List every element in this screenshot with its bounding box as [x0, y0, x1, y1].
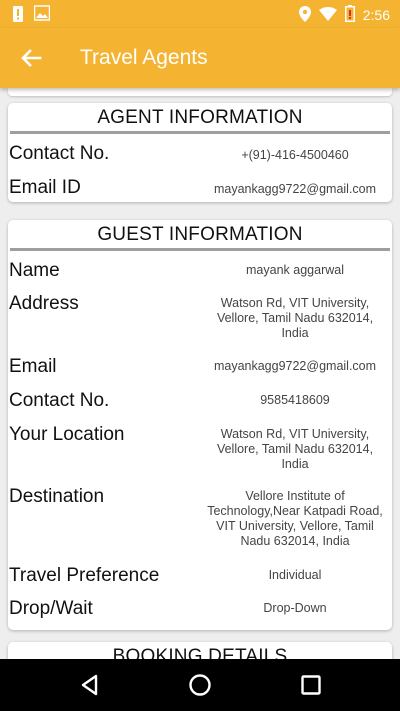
page-title: Travel Agents [80, 46, 208, 69]
home-circle-icon[interactable] [187, 672, 213, 698]
agent-information-card: AGENT INFORMATION Contact No. +(91)-416-… [8, 103, 392, 202]
status-bar: 2:56 [0, 0, 400, 28]
row-label: Your Location [9, 424, 125, 445]
guest-information-card: GUEST INFORMATION Name mayank aggarwal A… [8, 220, 392, 630]
agent-card-title: AGENT INFORMATION [97, 107, 303, 128]
row-label: Contact No. [9, 390, 110, 411]
details-scroll-view[interactable]: AGENT INFORMATION Contact No. +(91)-416-… [0, 88, 400, 659]
app-bar: Travel Agents [0, 28, 400, 88]
travel-preference-value: Individual [268, 568, 322, 582]
agent-contact-value: +(91)-416-4500460 [241, 148, 349, 162]
wifi-icon [318, 6, 337, 24]
value-line: Watson Rd, VIT University, [220, 296, 370, 310]
value-line: Nadu 632014, India [240, 534, 350, 548]
drop-wait-value: Drop-Down [263, 601, 327, 615]
back-arrow-icon[interactable] [18, 45, 44, 71]
battery-icon [344, 5, 355, 25]
value-line: Technology,Near Katpadi Road, [207, 504, 383, 518]
guest-email-value: mayankagg9722@gmail.com [213, 359, 377, 373]
row-label: Name [9, 260, 60, 281]
value-line: India [281, 457, 309, 471]
guest-destination-value: Vellore Institute of Technology,Near Kat… [198, 489, 392, 549]
guest-card-title: GUEST INFORMATION [97, 224, 303, 245]
row-label: Travel Preference [9, 565, 160, 586]
value-line: VIT University, Vellore, Tamil [216, 519, 374, 533]
value-line: Vellore, Tamil Nadu 632014, [216, 442, 374, 456]
value-line: Watson Rd, VIT University, [220, 427, 370, 441]
row-label: Contact No. [9, 143, 110, 164]
row-label: Address [9, 293, 79, 314]
value-line: Vellore Institute of [245, 489, 345, 503]
location-icon [298, 5, 311, 25]
guest-address-value: Watson Rd, VIT University, Vellore, Tami… [198, 296, 392, 341]
value-line: India [281, 326, 309, 340]
guest-contact-value: 9585418609 [260, 393, 330, 407]
agent-email-value: mayankagg9722@gmail.com [213, 182, 377, 196]
back-triangle-icon[interactable] [77, 672, 103, 698]
notification-alert-icon [12, 5, 24, 28]
card-divider [10, 248, 390, 251]
row-label: Email [9, 356, 57, 377]
row-label: Drop/Wait [9, 598, 93, 619]
row-label: Email ID [9, 177, 81, 198]
booking-card-title: BOOKING DETAILS [112, 646, 288, 659]
recents-square-icon[interactable] [298, 672, 324, 698]
previous-card-edge [8, 88, 392, 96]
system-navigation-bar [0, 659, 400, 711]
guest-location-value: Watson Rd, VIT University, Vellore, Tami… [198, 427, 392, 472]
status-time: 2:56 [362, 7, 390, 23]
card-divider [10, 131, 390, 134]
value-line: Vellore, Tamil Nadu 632014, [216, 311, 374, 325]
guest-name-value: mayank aggarwal [246, 263, 344, 277]
booking-details-card: BOOKING DETAILS [8, 642, 392, 659]
image-icon [33, 5, 51, 28]
row-label: Destination [9, 486, 105, 507]
